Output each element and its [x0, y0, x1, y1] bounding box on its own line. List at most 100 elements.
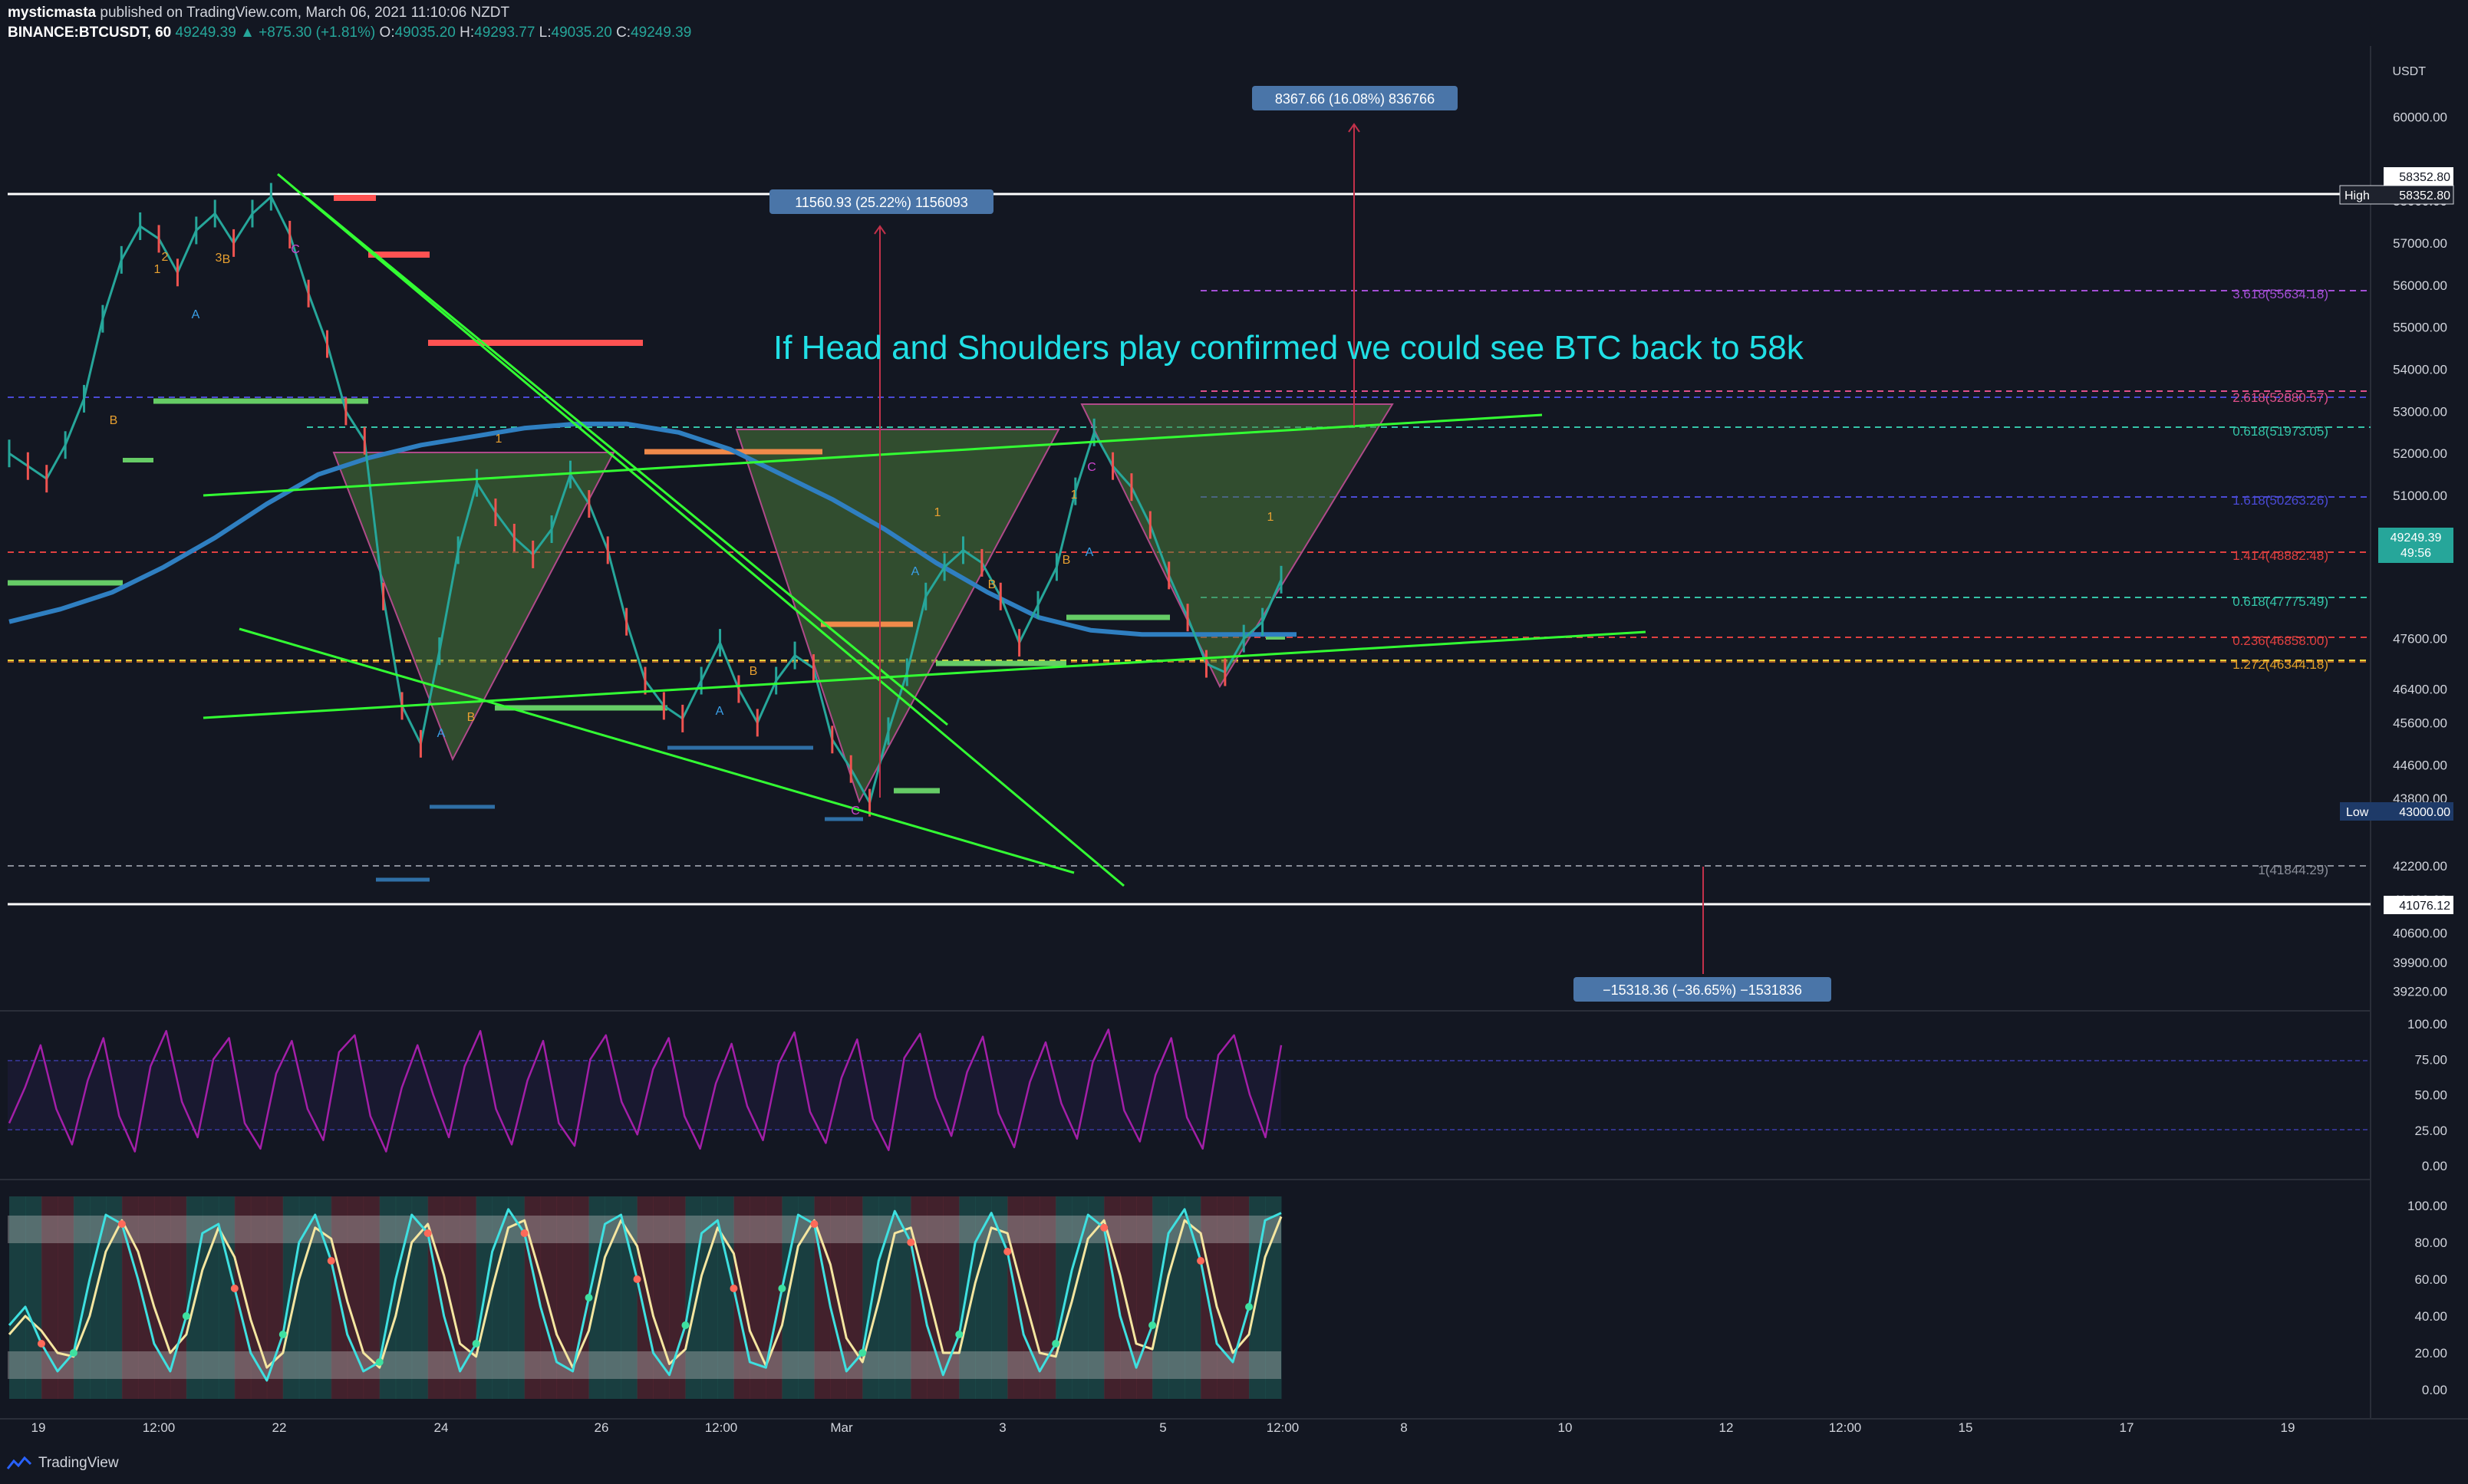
low-value: 49035.20 — [551, 25, 612, 41]
wave-label: 2 — [162, 251, 169, 264]
price-tick-label: 57000.00 — [2393, 236, 2447, 251]
stochastic-cross-dot — [327, 1257, 335, 1265]
open-label: O: — [379, 25, 395, 41]
svg-text:8367.66 (16.08%) 836766: 8367.66 (16.08%) 836766 — [1275, 91, 1435, 107]
wave-label: B — [988, 578, 997, 591]
price-tick-label: 51000.00 — [2393, 489, 2447, 503]
moving-average-line[interactable] — [8, 421, 1297, 637]
time-tick-label: 22 — [272, 1420, 287, 1435]
wave-label: C — [1087, 461, 1096, 474]
time-tick-label: 8 — [1400, 1420, 1407, 1435]
fib-label: 2.618(52880.57) — [2232, 390, 2328, 405]
stochastic-cross-dot — [423, 1229, 432, 1237]
price-tick-label: 54000.00 — [2393, 363, 2447, 377]
measure-label-2[interactable]: 8367.66 (16.08%) 836766 — [1252, 86, 1458, 110]
head-shoulders-patterns[interactable] — [332, 403, 1394, 804]
footer[interactable]: TradingView — [6, 1452, 119, 1475]
oscillator-tick-label: 100.00 — [2407, 1017, 2447, 1032]
wave-label: B — [110, 414, 118, 427]
svg-text:11560.93 (25.22%) 1156093: 11560.93 (25.22%) 1156093 — [795, 195, 968, 210]
fib-label: 1.618(50263.26) — [2232, 493, 2328, 508]
close-value: 49249.39 — [631, 25, 692, 41]
wave-label: A — [437, 727, 446, 740]
time-tick-label: 24 — [434, 1420, 449, 1435]
tradingview-logo-icon — [6, 1456, 32, 1469]
stochastic-cross-dot — [730, 1285, 738, 1292]
svg-text:High: High — [2344, 189, 2370, 202]
price-tick-label: 46400.00 — [2393, 682, 2447, 696]
price-tick-label: 53000.00 — [2393, 404, 2447, 419]
price-tick-label: 55000.00 — [2393, 321, 2447, 335]
last-price-tag[interactable]: 49249.39 49:56 — [2378, 528, 2453, 563]
stochastic-cross-dot — [1148, 1321, 1157, 1329]
stochastic-tick-label: 0.00 — [2422, 1383, 2447, 1397]
svg-text:58352.80: 58352.80 — [2399, 171, 2450, 184]
time-tick-label: 12:00 — [143, 1420, 176, 1435]
stochastic-axis: 100.00 80.00 60.00 40.00 20.00 0.00 — [2407, 1199, 2447, 1397]
svg-text:−15318.36 (−36.65%) −1531836: −15318.36 (−36.65%) −1531836 — [1603, 982, 1802, 998]
fib-label: 0.618(47775.49) — [2232, 594, 2328, 609]
symbol-label[interactable]: BINANCE:BTCUSDT, 60 — [8, 25, 171, 41]
measure-label-3[interactable]: −15318.36 (−36.65%) −1531836 — [1573, 977, 1831, 1002]
wave-label: C — [291, 243, 300, 256]
stochastic-cross-dot — [585, 1294, 593, 1301]
wave-label: C — [851, 805, 860, 818]
stochastic-cross-dot — [37, 1340, 45, 1347]
level-tag-high[interactable]: High 58352.80 — [2339, 185, 2454, 205]
wave-label: 1 — [934, 506, 941, 519]
svg-text:43000.00: 43000.00 — [2399, 806, 2450, 819]
wave-label: A — [1086, 546, 1094, 559]
stochastic-cross-dot — [1100, 1223, 1109, 1232]
wave-label: 1 — [154, 263, 161, 276]
stochastic-cross-dot — [182, 1312, 190, 1320]
chart-header: mysticmasta published on TradingView.com… — [8, 3, 691, 43]
annotation-text[interactable]: If Head and Shoulders play confirmed we … — [773, 329, 1804, 367]
stochastic-cross-dot — [633, 1275, 641, 1283]
stochastic-cross-dot — [375, 1358, 384, 1366]
wave-label: 1 — [1071, 489, 1078, 502]
stochastic-background — [8, 1196, 1282, 1399]
time-tick-label: 26 — [595, 1420, 609, 1435]
price-tick-label: 39900.00 — [2393, 956, 2447, 970]
low-label: L: — [539, 25, 552, 41]
stochastic-cross-dot — [858, 1349, 867, 1357]
time-tick-label: 12 — [1719, 1420, 1734, 1435]
fib-label: 3.618(55634.18) — [2232, 287, 2328, 301]
price-tick-label: 39220.00 — [2393, 984, 2447, 999]
level-tag-range-low[interactable]: 41076.12 — [2384, 896, 2453, 914]
svg-text:Low: Low — [2346, 806, 2369, 819]
stochastic-cross-dot — [810, 1220, 819, 1228]
wave-label: 1 — [1267, 511, 1274, 524]
price-tick-label: 52000.00 — [2393, 446, 2447, 461]
stochastic-cross-dot — [230, 1285, 239, 1292]
stochastic-cross-dot — [1003, 1248, 1012, 1255]
price-tick-label: 56000.00 — [2393, 278, 2447, 293]
author-name[interactable]: mysticmasta — [8, 5, 96, 21]
fib-label: 1(41844.29) — [2258, 863, 2328, 877]
wave-label: A — [192, 308, 200, 321]
time-axis[interactable]: 19 12:00 22 24 26 12:00 Mar 3 5 12:00 8 10 12 12:00 15… — [31, 1420, 2295, 1435]
oscillator-tick-label: 50.00 — [2414, 1088, 2447, 1103]
time-tick-label: Mar — [830, 1420, 853, 1435]
time-tick-label: 19 — [31, 1420, 46, 1435]
time-tick-label: 12:00 — [1267, 1420, 1300, 1435]
fib-label: 0.236(46858.00) — [2232, 633, 2328, 648]
price-line[interactable] — [8, 196, 1283, 805]
level-tag-low[interactable]: Low 43000.00 — [2340, 802, 2453, 821]
fib-labels: 3.618(55634.18) 2.618(52880.57) 0.618(5197… — [2232, 287, 2328, 877]
time-tick-label: 12:00 — [705, 1420, 738, 1435]
oscillator-tick-label: 25.00 — [2414, 1124, 2447, 1138]
level-tag-high-2[interactable]: 58352.80 — [2384, 167, 2453, 186]
high-label: H: — [460, 25, 475, 41]
stochastic-cross-dot — [681, 1321, 690, 1329]
price-tick-label: 44600.00 — [2393, 758, 2447, 772]
price-tick-label: 45600.00 — [2393, 716, 2447, 730]
svg-text:49249.39: 49249.39 — [2391, 531, 2442, 545]
stochastic-cross-dot — [472, 1340, 480, 1347]
measure-label-1[interactable]: 11560.93 (25.22%) 1156093 — [769, 189, 993, 214]
price-wicks — [8, 183, 1283, 817]
chart-canvas[interactable]: USDT 60000.0058000.0057000.0056000.00550… — [0, 0, 2468, 1484]
stochastic-tick-label: 20.00 — [2414, 1346, 2447, 1361]
wave-label: 3 — [216, 252, 222, 265]
order-marks — [8, 195, 1285, 882]
